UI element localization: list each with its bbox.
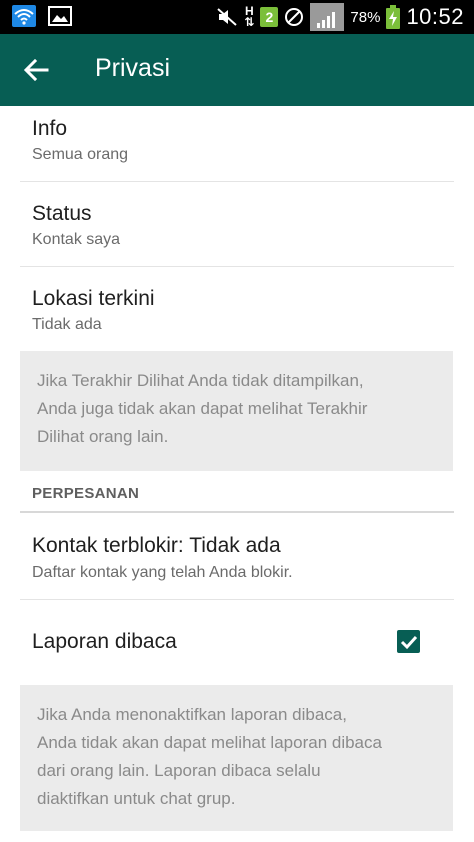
live-location-summary: Tidak ada: [32, 316, 102, 333]
battery-percent: 78%: [350, 8, 381, 26]
read-receipts-setting[interactable]: Laporan dibaca: [0, 600, 474, 684]
status-bar: H ⇅ 2 78% 10:52: [0, 0, 474, 34]
note-line: Jika Anda menonaktifkan laporan dibaca,: [37, 705, 347, 724]
back-button[interactable]: [16, 52, 56, 88]
blocked-icon: [284, 7, 304, 27]
wifi-icon: [12, 5, 36, 27]
info-summary: Semua orang: [32, 146, 129, 163]
note-line: Anda juga tidak akan dapat melihat Terak…: [37, 399, 368, 418]
messaging-section-header: PERPESANAN: [32, 485, 140, 502]
read-receipts-note: Jika Anda menonaktifkan laporan dibaca, …: [20, 685, 453, 831]
info-setting[interactable]: Info Semua orang: [0, 106, 474, 181]
note-line: Jika Terakhir Dilihat Anda tidak ditampi…: [37, 371, 364, 390]
status-summary: Kontak saya: [32, 231, 121, 248]
network-type-icon: H ⇅: [244, 4, 255, 29]
sim-badge: 2: [260, 7, 279, 27]
checkmark-icon: [400, 635, 417, 649]
back-arrow-icon: [23, 59, 49, 81]
mute-icon: [216, 7, 238, 27]
app-toolbar: Privasi: [0, 34, 474, 106]
blocked-contacts-setting[interactable]: Kontak terblokir: Tidak ada Daftar konta…: [0, 513, 474, 599]
status-setting[interactable]: Status Kontak saya: [0, 182, 474, 266]
blocked-contacts-title: Kontak terblokir: Tidak ada: [32, 534, 281, 557]
blocked-contacts-summary: Daftar kontak yang telah Anda blokir.: [32, 564, 293, 581]
live-location-setting[interactable]: Lokasi terkini Tidak ada: [0, 267, 474, 351]
signal-icon: [310, 3, 345, 31]
note-line: Anda tidak akan dapat melihat laporan di…: [37, 733, 382, 752]
page-title: Privasi: [95, 54, 171, 82]
note-line: dari orang lain. Laporan dibaca selalu: [37, 761, 321, 780]
image-icon: [48, 6, 72, 26]
note-line: Dilihat orang lain.: [37, 427, 169, 446]
clock: 10:52: [406, 4, 464, 29]
last-seen-note: Jika Terakhir Dilihat Anda tidak ditampi…: [20, 351, 453, 471]
info-title: Info: [32, 117, 68, 140]
status-title: Status: [32, 202, 92, 225]
live-location-title: Lokasi terkini: [32, 287, 155, 310]
battery-charging-icon: [386, 5, 401, 29]
read-receipts-checkbox[interactable]: [397, 630, 420, 653]
read-receipts-title: Laporan dibaca: [32, 630, 177, 653]
note-line: diaktifkan untuk chat grup.: [37, 789, 236, 808]
